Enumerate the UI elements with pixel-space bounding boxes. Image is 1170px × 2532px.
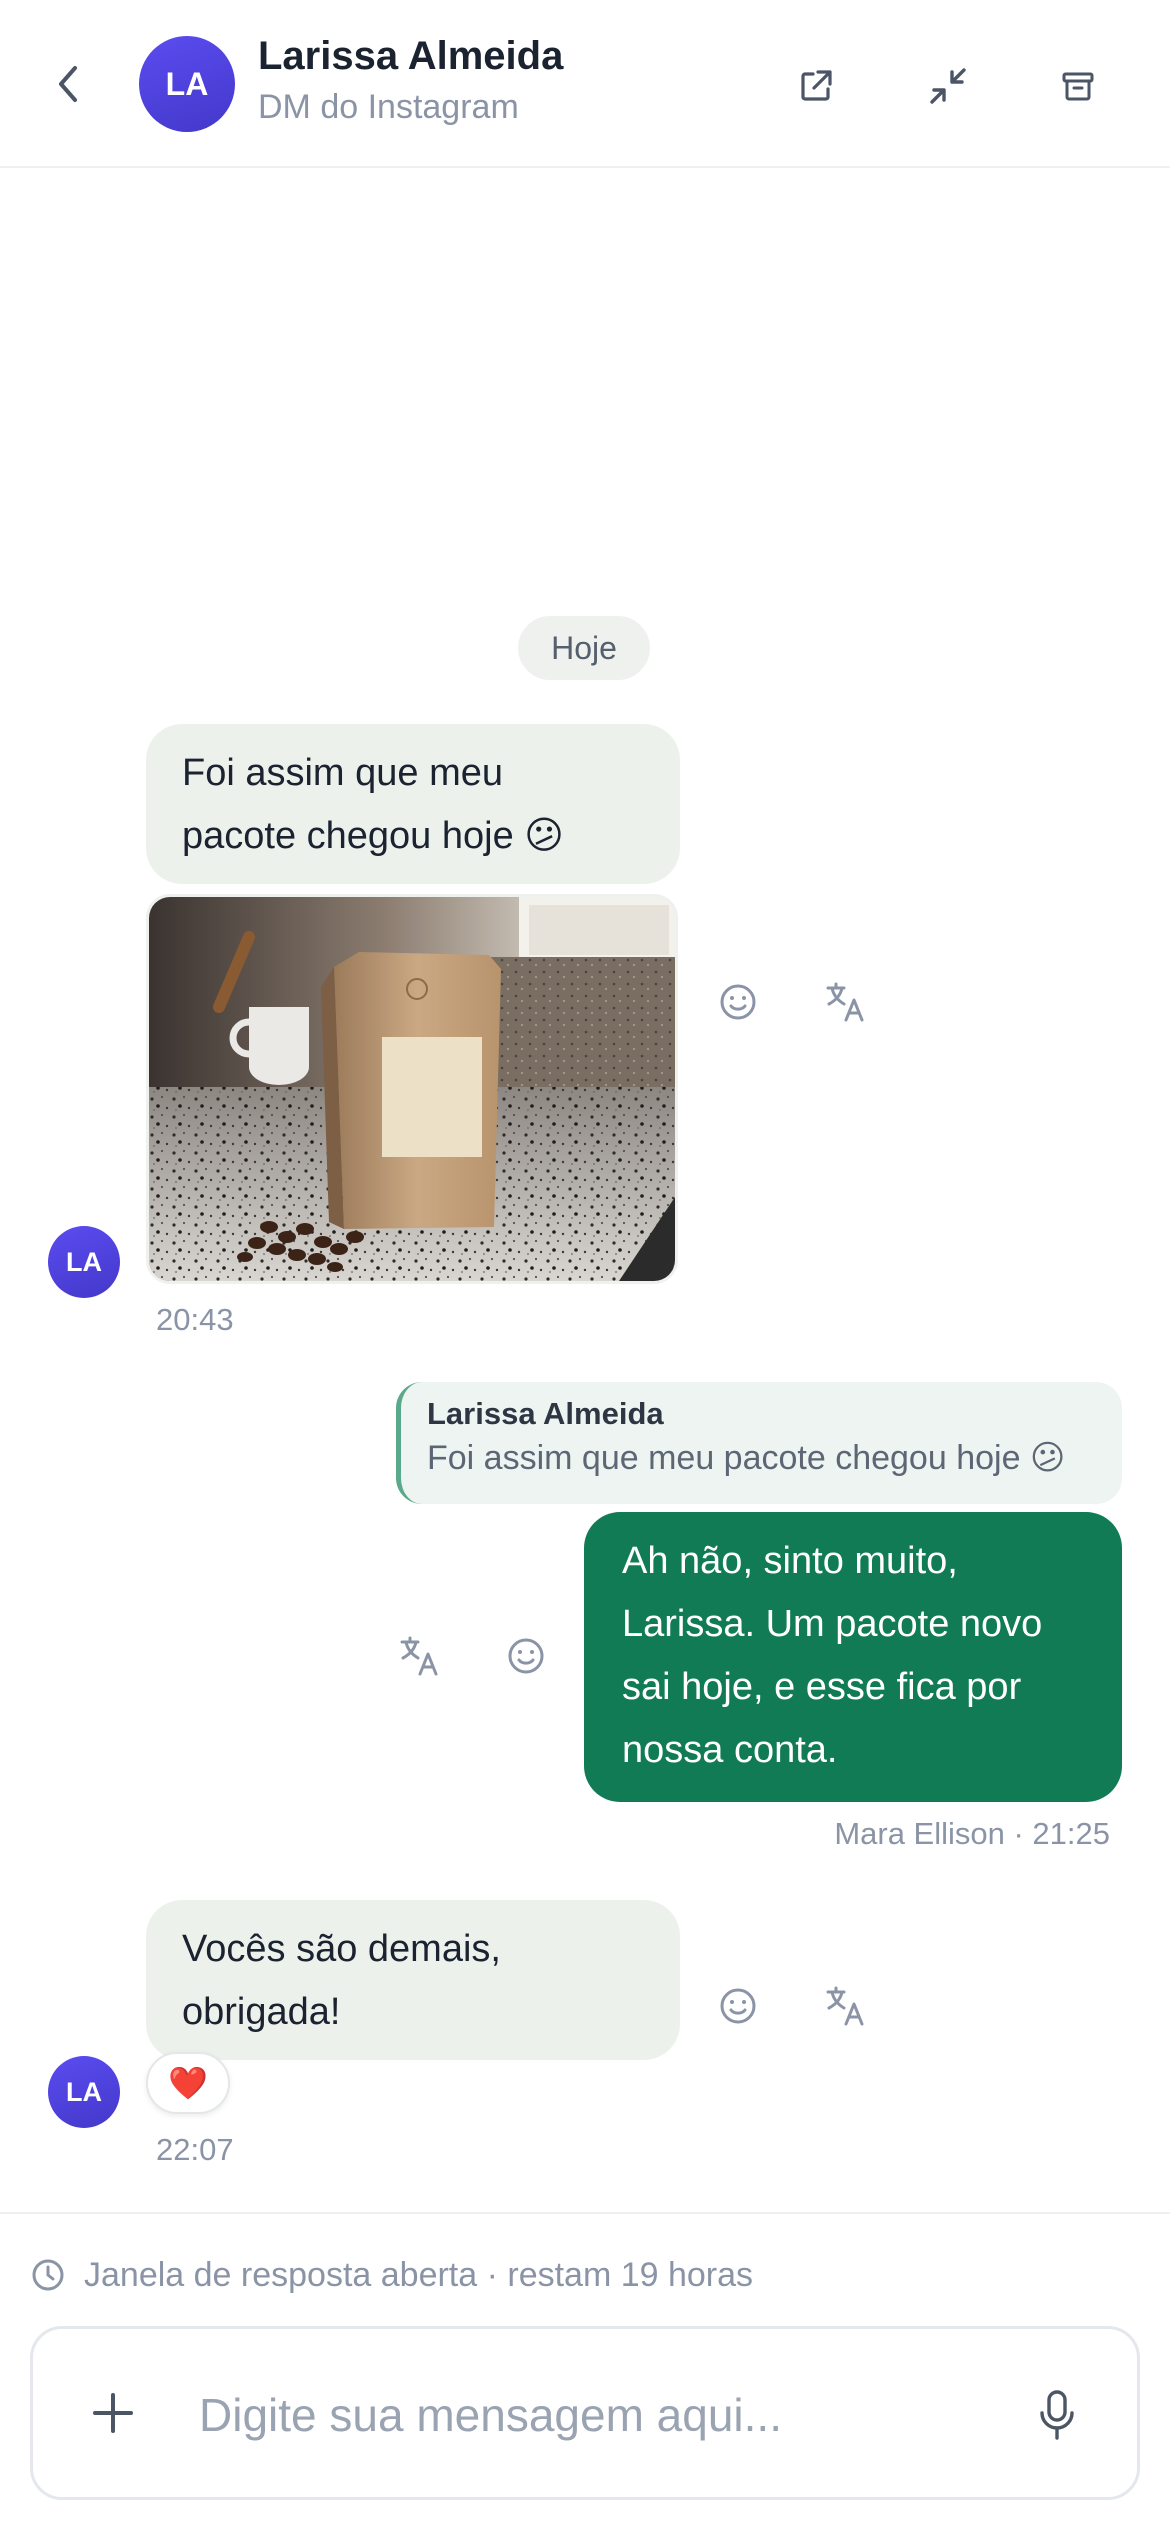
react-button[interactable] <box>712 1980 764 2032</box>
reply-quote[interactable]: Larissa Almeida Foi assim que meu pacote… <box>396 1382 1122 1504</box>
clock-icon <box>32 2259 64 2291</box>
message-input[interactable] <box>199 2365 999 2465</box>
emoji-smile-icon <box>508 1638 544 1674</box>
archive-icon <box>1062 72 1094 101</box>
message-line: Foi assim que meu <box>182 752 504 794</box>
back-button[interactable] <box>44 54 92 114</box>
emoji-smile-icon <box>720 984 756 1020</box>
translate-button[interactable] <box>820 1980 872 2032</box>
message-photo[interactable] <box>146 894 678 1284</box>
external-link-icon <box>801 70 832 101</box>
voice-message-button[interactable] <box>1027 2383 1087 2447</box>
incoming-message-bubble[interactable]: Vocês são demais, obrigada! <box>146 1900 680 2060</box>
message-line: obrigada! <box>182 1991 341 2033</box>
translate-button[interactable] <box>394 1630 446 1682</box>
incoming-message-bubble[interactable]: Foi assim que meu pacote chegou hoje 😕 <box>146 724 680 884</box>
archive-button[interactable] <box>1048 56 1108 116</box>
outgoing-message-bubble[interactable]: Ah não, sinto muito, Larissa. Um pacote … <box>584 1512 1122 1802</box>
message-line: Larissa. Um pacote novo <box>622 1603 1043 1645</box>
day-separator: Hoje <box>518 616 650 680</box>
translate-icon <box>826 982 864 1022</box>
contact-avatar[interactable]: LA <box>139 36 235 132</box>
reply-author: Larissa Almeida <box>427 1396 664 1431</box>
translate-button[interactable] <box>820 976 872 1028</box>
contact-name: Larissa Almeida <box>258 34 564 78</box>
minimize-button[interactable] <box>918 56 978 116</box>
minimize-icon <box>930 68 966 104</box>
open-external-button[interactable] <box>786 56 846 116</box>
translate-icon <box>400 1636 438 1676</box>
chat-header: LA Larissa Almeida DM do Instagram <box>0 0 1170 168</box>
chevron-left-icon <box>59 66 77 102</box>
coffee-bag-photo <box>149 897 675 1281</box>
translate-icon <box>826 1986 864 2026</box>
attach-button[interactable] <box>83 2383 143 2443</box>
response-window-text: Janela de resposta aberta · restam 19 ho… <box>84 2255 754 2294</box>
message-line: Vocês são demais, <box>182 1928 501 1970</box>
channel-label: DM do Instagram <box>258 88 519 126</box>
microphone-icon <box>1040 2390 1074 2440</box>
message-line: pacote chegou hoje 😕 <box>182 815 564 857</box>
react-button[interactable] <box>500 1630 552 1682</box>
sender-avatar[interactable]: LA <box>48 1226 120 1298</box>
emoji-smile-icon <box>720 1988 756 2024</box>
message-time: 20:43 <box>156 1302 234 1337</box>
message-line: Ah não, sinto muito, <box>622 1540 958 1582</box>
sender-avatar[interactable]: LA <box>48 2056 120 2128</box>
reply-text: Foi assim que meu pacote chegou hoje 😕 <box>427 1439 1066 1477</box>
message-line: nossa conta. <box>622 1729 838 1771</box>
react-button[interactable] <box>712 976 764 1028</box>
heart-reaction[interactable]: ❤️ <box>146 2052 230 2114</box>
message-time: 22:07 <box>156 2132 234 2167</box>
plus-icon <box>93 2393 133 2433</box>
message-composer <box>30 2326 1140 2500</box>
footer-divider <box>0 2212 1170 2214</box>
message-meta: Mara Ellison · 21:25 <box>834 1816 1110 1851</box>
message-line: sai hoje, e esse fica por <box>622 1666 1022 1708</box>
response-window-notice: Janela de resposta aberta · restam 19 ho… <box>30 2250 753 2300</box>
